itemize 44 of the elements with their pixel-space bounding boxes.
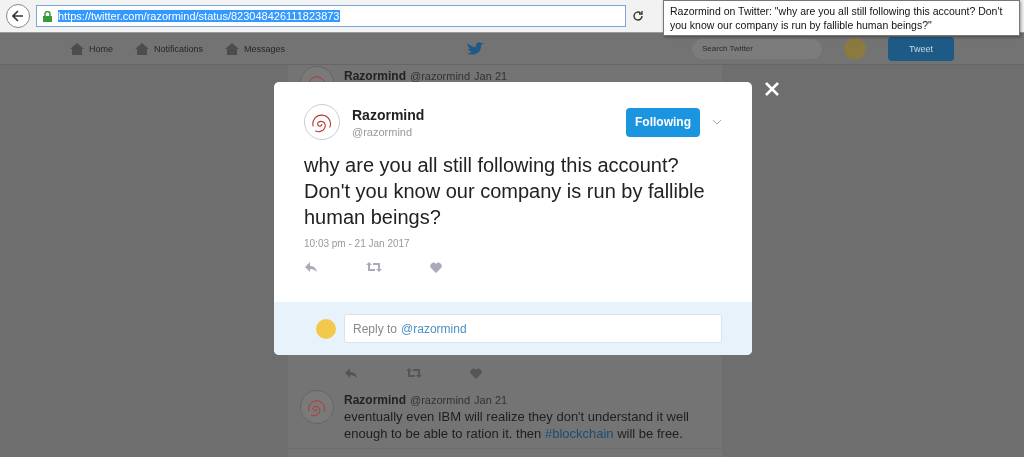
author-name: Razormind (344, 393, 406, 407)
close-icon (765, 81, 779, 96)
nav-icon (70, 42, 84, 55)
swirl-logo-icon (307, 397, 327, 417)
back-button[interactable] (6, 4, 30, 28)
nav-link[interactable]: Notifications (135, 42, 204, 55)
tweet-date: Jan 21 (474, 70, 508, 82)
author-name: Razormind (352, 106, 425, 123)
search-field[interactable]: Search Twitter (692, 38, 822, 59)
heart-icon[interactable] (470, 367, 482, 379)
tweet-date: Jan 21 (474, 394, 508, 406)
mention-link[interactable]: @razormind (401, 321, 467, 336)
avatar[interactable] (844, 37, 866, 60)
swirl-logo-icon (311, 111, 333, 133)
author-name: Razormind (344, 69, 406, 83)
author-handle: @razormind (410, 70, 471, 82)
reply-field[interactable]: Reply to @razormind (344, 314, 722, 343)
nav-link[interactable]: Messages (225, 42, 286, 55)
heart-icon[interactable] (430, 261, 442, 273)
following-button[interactable]: Following (626, 107, 700, 137)
lock-icon (43, 10, 52, 22)
nav-link[interactable]: Home (70, 42, 113, 55)
reload-icon[interactable] (632, 10, 644, 22)
retweet-icon[interactable] (406, 367, 422, 379)
url-text: https://twitter.com/razormind/status/823048426111823873 (58, 10, 340, 22)
tweet-text: eventually even IBM will realize they don't understand it well enough to be able to ration it. then #blockchain will be free. (344, 408, 690, 442)
back-arrow-icon (12, 10, 24, 22)
reply-icon[interactable] (344, 367, 358, 379)
tooltip: Razormind on Twitter: "why are you all still following this account? Don't you know our company is run by fallible human beings?" (663, 0, 1020, 36)
author-handle: @razormind (410, 394, 471, 406)
bird-logo-icon (467, 41, 486, 56)
tweet-text: why are you all still following this account? Don't you know our company is run by fallible human beings? (303, 153, 706, 230)
avatar (316, 318, 336, 339)
hashtag-link[interactable]: #blockchain (544, 426, 614, 441)
chevron-down-icon[interactable] (712, 119, 722, 125)
retweet-icon[interactable] (366, 261, 382, 273)
tweet-timestamp: 10:03 pm - 21 Jan 2017 (303, 237, 411, 251)
nav-icon (135, 42, 149, 55)
reply-icon[interactable] (304, 261, 318, 273)
reply-placeholder: Reply to (353, 321, 398, 336)
author-handle: @razormind (352, 125, 414, 138)
address-field[interactable]: https://twitter.com/razormind/status/823048426111823873 (36, 5, 626, 27)
tweet-button[interactable]: Tweet (888, 36, 954, 61)
nav-icon (225, 42, 240, 55)
